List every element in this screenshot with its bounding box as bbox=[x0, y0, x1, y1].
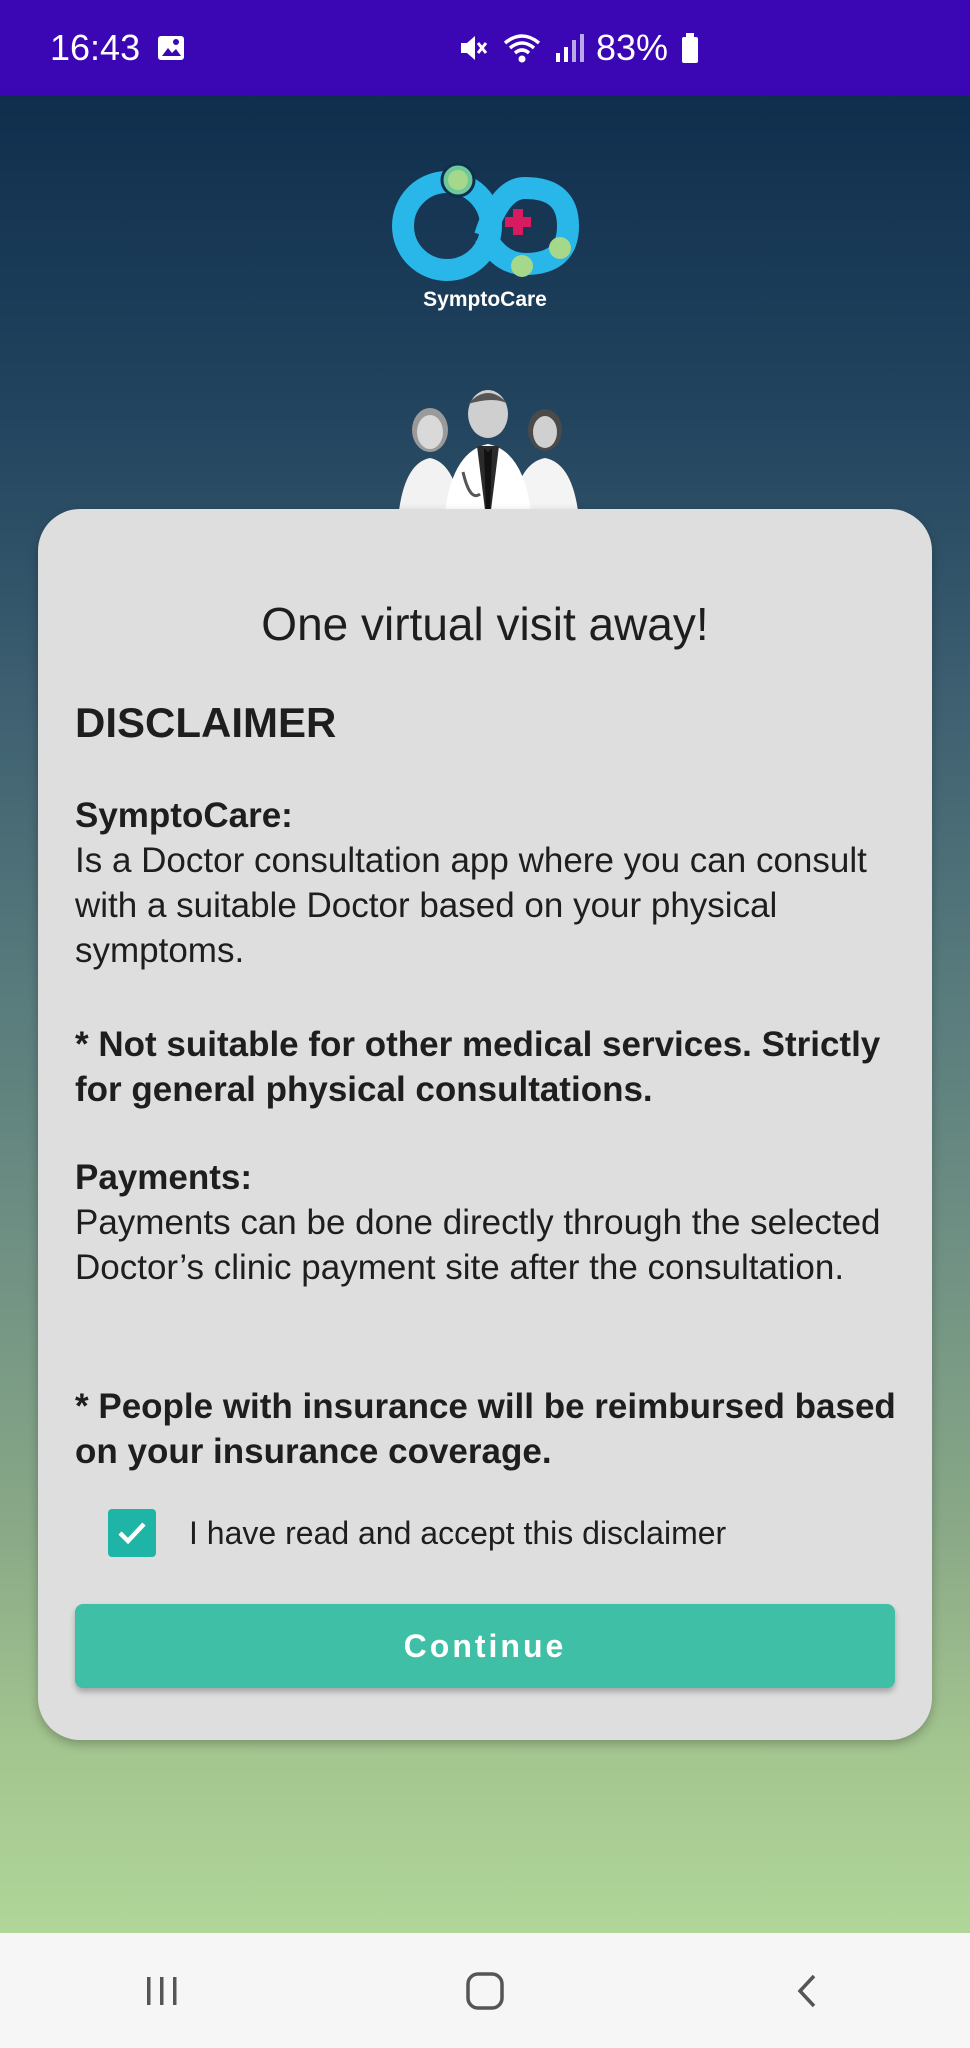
accept-checkbox[interactable] bbox=[108, 1509, 156, 1557]
payments-text: Payments can be done directly through th… bbox=[75, 1203, 881, 1287]
status-time: 16:43 bbox=[50, 26, 141, 68]
about-section: SymptoCare: Is a Doctor consultation app… bbox=[75, 793, 905, 973]
mute-icon bbox=[456, 31, 490, 65]
status-right: 83% bbox=[456, 27, 700, 69]
accept-disclaimer-row[interactable]: I have read and accept this disclaimer bbox=[108, 1509, 726, 1557]
home-icon bbox=[466, 1971, 504, 2010]
accept-checkbox-label[interactable]: I have read and accept this disclaimer bbox=[189, 1515, 726, 1552]
recent-apps-icon bbox=[146, 1976, 177, 2005]
disclaimer-title: DISCLAIMER bbox=[75, 699, 337, 746]
about-text: Is a Doctor consultation app where you c… bbox=[75, 841, 867, 970]
continue-button[interactable]: Continue bbox=[75, 1604, 895, 1688]
about-heading: SymptoCare: bbox=[75, 796, 293, 835]
disclaimer-card: One virtual visit away! DISCLAIMER Sympt… bbox=[38, 509, 932, 1740]
headline: One virtual visit away! bbox=[261, 598, 709, 650]
status-left: 16:43 bbox=[50, 27, 186, 69]
wifi-icon bbox=[502, 31, 542, 65]
signal-icon bbox=[554, 31, 584, 65]
battery-icon bbox=[680, 31, 700, 65]
insurance-note: * People with insurance will be reimburs… bbox=[75, 1387, 896, 1471]
battery-percent: 83% bbox=[595, 26, 668, 68]
recent-apps-button[interactable] bbox=[122, 1951, 202, 2031]
payments-section: Payments: Payments can be done directly … bbox=[75, 1155, 905, 1290]
navigation-bar bbox=[0, 1933, 970, 2048]
payments-heading: Payments: bbox=[75, 1158, 253, 1197]
image-icon bbox=[156, 33, 186, 63]
logo-text: SymptoCare bbox=[423, 288, 547, 311]
checkmark-icon bbox=[118, 1522, 146, 1545]
back-button[interactable] bbox=[768, 1951, 848, 2031]
back-icon bbox=[797, 1974, 816, 2007]
home-button[interactable] bbox=[445, 1951, 525, 2031]
status-bar: 16:43 83% bbox=[0, 0, 970, 95]
suitability-note: * Not suitable for other medical service… bbox=[75, 1025, 881, 1109]
